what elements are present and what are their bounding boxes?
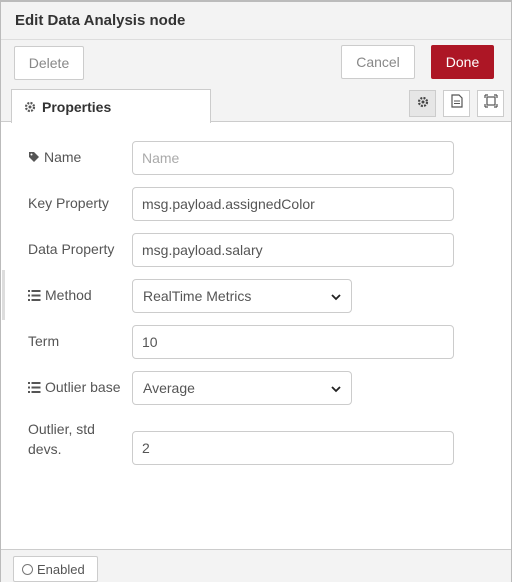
data-property-input[interactable] bbox=[132, 233, 454, 267]
key-property-label: Key Property bbox=[28, 195, 109, 211]
term-label: Term bbox=[28, 333, 60, 349]
resize-handle[interactable] bbox=[2, 270, 5, 320]
data-property-label: Data Property bbox=[28, 241, 115, 257]
method-select[interactable]: RealTime Metrics bbox=[132, 279, 352, 313]
outlier-base-select[interactable]: Average bbox=[132, 371, 352, 405]
name-label-wrap: Name bbox=[28, 149, 81, 165]
tab-settings-button[interactable] bbox=[409, 90, 436, 117]
cancel-button[interactable]: Cancel bbox=[341, 45, 415, 79]
list-icon bbox=[28, 381, 41, 393]
method-label: Method bbox=[45, 287, 92, 303]
tab-description-button[interactable] bbox=[443, 90, 470, 117]
enabled-toggle[interactable]: Enabled bbox=[13, 556, 98, 582]
gear-icon bbox=[24, 101, 36, 113]
tab-properties-label: Properties bbox=[42, 98, 112, 115]
tray-toolbar: Delete Cancel Done bbox=[1, 40, 511, 86]
tab-bar: Properties bbox=[1, 86, 511, 123]
outlier-std-label: Outlier, std devs. bbox=[28, 419, 95, 459]
enabled-label: Enabled bbox=[37, 561, 85, 577]
outlier-std-label-line2: devs. bbox=[28, 441, 62, 457]
gear-icon bbox=[417, 95, 429, 113]
method-label-wrap: Method bbox=[28, 287, 92, 303]
outlier-std-input[interactable] bbox=[132, 431, 454, 465]
outlier-base-select-value: Average bbox=[143, 380, 195, 396]
name-input[interactable] bbox=[132, 141, 454, 175]
tab-appearance-button[interactable] bbox=[477, 90, 504, 117]
method-select-value: RealTime Metrics bbox=[143, 288, 252, 304]
delete-button[interactable]: Delete bbox=[14, 46, 84, 80]
term-input[interactable] bbox=[132, 325, 454, 359]
circle-icon bbox=[22, 563, 33, 575]
tray-footer: Enabled bbox=[1, 549, 511, 582]
tab-properties[interactable]: Properties bbox=[11, 89, 211, 123]
edit-tray: Edit Data Analysis node Delete Cancel Do… bbox=[0, 0, 512, 582]
tag-icon bbox=[28, 151, 40, 163]
outlier-std-label-line1: Outlier, std bbox=[28, 421, 95, 437]
outlier-base-label-wrap: Outlier base bbox=[28, 379, 120, 395]
name-label: Name bbox=[44, 149, 82, 165]
list-icon bbox=[28, 289, 41, 301]
outlier-base-label: Outlier base bbox=[45, 379, 121, 395]
key-property-input[interactable] bbox=[132, 187, 454, 221]
document-icon bbox=[450, 94, 463, 113]
chevron-down-icon bbox=[331, 288, 341, 304]
tray-header: Edit Data Analysis node bbox=[1, 0, 511, 40]
tray-title: Edit Data Analysis node bbox=[15, 12, 186, 29]
frame-icon bbox=[483, 94, 498, 113]
chevron-down-icon bbox=[331, 380, 341, 396]
done-button[interactable]: Done bbox=[431, 45, 494, 79]
